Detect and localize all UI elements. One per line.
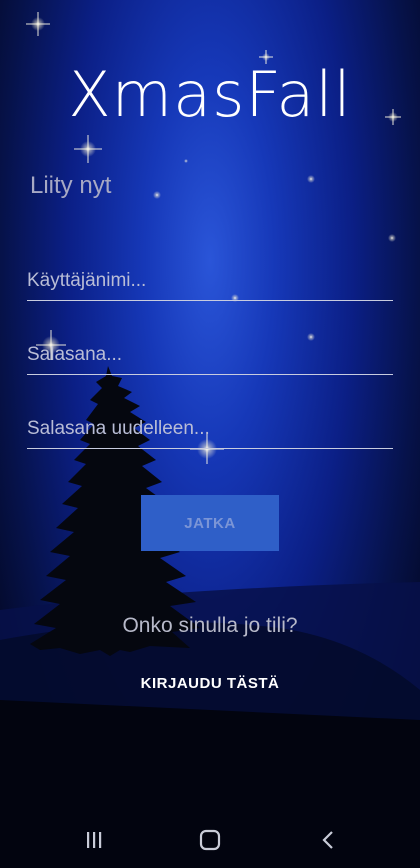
continue-button[interactable]: JATKA — [141, 495, 279, 551]
page-subtitle: Liity nyt — [30, 172, 112, 199]
login-link[interactable]: KIRJAUDU TÄSTÄ — [0, 675, 420, 692]
system-navbar — [0, 812, 420, 868]
recent-apps-icon[interactable] — [80, 826, 108, 854]
username-field[interactable] — [27, 262, 393, 301]
signup-screen: XmasFall Liity nyt JATKA Onko sinulla jo… — [0, 0, 420, 868]
app-title: XmasFall — [68, 58, 352, 131]
back-icon[interactable] — [315, 826, 343, 854]
home-icon[interactable] — [196, 826, 224, 854]
password-field[interactable] — [27, 336, 393, 375]
password-repeat-field[interactable] — [27, 410, 393, 449]
account-question: Onko sinulla jo tili? — [122, 614, 298, 637]
